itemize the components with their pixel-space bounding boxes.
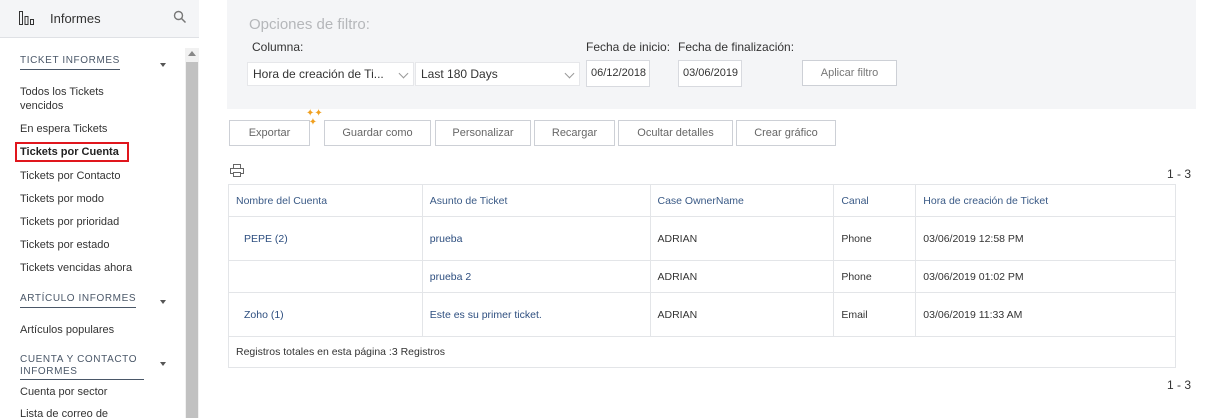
column-label: Columna: bbox=[252, 40, 304, 54]
case-owner-cell: ADRIAN bbox=[649, 292, 835, 337]
case-owner-cell: ADRIAN bbox=[649, 260, 835, 293]
create-chart-button[interactable]: Crear gráfico bbox=[736, 120, 836, 146]
sidebar-item-articulos-populares[interactable]: Artículos populares bbox=[20, 323, 114, 337]
sidebar-item-cuenta-por-sector[interactable]: Cuenta por sector bbox=[20, 385, 107, 399]
sidebar-item-todos-vencidos-line2[interactable]: vencidos bbox=[20, 99, 63, 113]
sidebar-item-tickets-por-cuenta[interactable]: Tickets por Cuenta bbox=[15, 142, 129, 162]
scrollbar-thumb[interactable] bbox=[186, 62, 198, 418]
sidebar-item-tickets-por-estado[interactable]: Tickets por estado bbox=[20, 238, 109, 252]
chevron-down-icon bbox=[564, 68, 575, 79]
section-title-line2: INFORMES bbox=[20, 366, 144, 380]
chevron-down-icon[interactable] bbox=[160, 300, 166, 304]
header-channel[interactable]: Canal bbox=[833, 184, 917, 217]
table-header-row: Nombre del Cuenta Asunto de Ticket Case … bbox=[228, 184, 1176, 217]
scroll-up-arrow-icon[interactable] bbox=[188, 51, 196, 56]
ticket-subject-link[interactable]: Este es su primer ticket. bbox=[421, 292, 651, 337]
chevron-down-icon bbox=[398, 68, 409, 79]
sidebar-item-lista-correo[interactable]: Lista de correo de bbox=[20, 407, 108, 418]
sidebar-scrollbar[interactable] bbox=[185, 48, 199, 418]
sparkle-icon: ✦✦ ✦ bbox=[306, 108, 323, 128]
header-case-owner[interactable]: Case OwnerName bbox=[649, 184, 835, 217]
sidebar-item-tickets-por-prioridad[interactable]: Tickets por prioridad bbox=[20, 215, 119, 229]
pager-top: 1 - 3 bbox=[1167, 167, 1192, 181]
column-select[interactable]: Hora de creación de Ti... bbox=[247, 62, 414, 86]
save-as-button[interactable]: Guardar como bbox=[324, 120, 431, 146]
ticket-subject-link[interactable]: prueba bbox=[421, 216, 651, 261]
sidebar-title: Informes bbox=[50, 11, 101, 26]
total-records-text: Registros totales en esta página :3 Regi… bbox=[228, 336, 1176, 368]
report-table: Nombre del Cuenta Asunto de Ticket Case … bbox=[228, 184, 1176, 368]
header-account-name[interactable]: Nombre del Cuenta bbox=[228, 184, 423, 217]
start-date-input[interactable]: 06/12/2018 bbox=[586, 60, 650, 87]
search-icon[interactable] bbox=[173, 10, 187, 24]
apply-filter-button[interactable]: Aplicar filtro bbox=[802, 60, 897, 86]
section-articulo-informes[interactable]: ARTÍCULO INFORMES bbox=[20, 293, 137, 308]
period-select-value: Last 180 Days bbox=[421, 67, 498, 81]
filter-panel: Opciones de filtro: Columna: Fecha de in… bbox=[227, 0, 1196, 109]
sidebar-item-tickets-por-contacto[interactable]: Tickets por Contacto bbox=[20, 169, 120, 183]
printer-icon[interactable] bbox=[230, 164, 244, 177]
sidebar: Informes TICKET INFORMES Todos los Ticke… bbox=[0, 0, 199, 418]
case-owner-cell: ADRIAN bbox=[649, 216, 835, 261]
account-link[interactable]: Zoho (1) bbox=[228, 292, 423, 337]
created-time-cell: 03/06/2019 01:02 PM bbox=[915, 260, 1176, 293]
export-button[interactable]: Exportar bbox=[229, 120, 310, 146]
created-time-cell: 03/06/2019 12:58 PM bbox=[915, 216, 1176, 261]
ticket-subject-link[interactable]: prueba 2 bbox=[421, 260, 651, 293]
start-date-label: Fecha de inicio: bbox=[586, 40, 671, 54]
sidebar-item-tickets-vencidas-ahora[interactable]: Tickets vencidas ahora bbox=[20, 261, 132, 275]
section-cuenta-contacto[interactable]: CUENTA Y CONTACTO INFORMES bbox=[20, 354, 144, 380]
column-select-value: Hora de creación de Ti... bbox=[253, 67, 384, 81]
end-date-input[interactable]: 03/06/2019 bbox=[678, 60, 742, 87]
account-link[interactable]: PEPE (2) bbox=[228, 216, 423, 261]
table-total-row: Registros totales en esta página :3 Regi… bbox=[228, 336, 1176, 368]
period-select[interactable]: Last 180 Days bbox=[415, 62, 580, 86]
channel-cell: Phone bbox=[833, 216, 917, 261]
reload-button[interactable]: Recargar bbox=[534, 120, 615, 146]
end-date-label: Fecha de finalización: bbox=[678, 40, 795, 54]
sidebar-item-tickets-por-modo[interactable]: Tickets por modo bbox=[20, 192, 104, 206]
sidebar-item-todos-vencidos[interactable]: Todos los Tickets bbox=[20, 85, 104, 99]
section-title-line1: CUENTA Y CONTACTO bbox=[20, 354, 138, 365]
customize-button[interactable]: Personalizar bbox=[435, 120, 531, 146]
channel-cell: Phone bbox=[833, 260, 917, 293]
chevron-down-icon[interactable] bbox=[160, 362, 166, 366]
table-row: PEPE (2) prueba ADRIAN Phone 03/06/2019 … bbox=[228, 216, 1176, 261]
chevron-down-icon[interactable] bbox=[160, 63, 166, 67]
bar-chart-icon bbox=[19, 11, 34, 25]
header-created-time[interactable]: Hora de creación de Ticket bbox=[915, 184, 1176, 217]
created-time-cell: 03/06/2019 11:33 AM bbox=[915, 292, 1176, 337]
account-cell-empty bbox=[228, 260, 423, 293]
table-row: Zoho (1) Este es su primer ticket. ADRIA… bbox=[228, 292, 1176, 337]
section-ticket-informes[interactable]: TICKET INFORMES bbox=[20, 55, 120, 70]
filter-title: Opciones de filtro: bbox=[249, 16, 370, 33]
header-ticket-subject[interactable]: Asunto de Ticket bbox=[421, 184, 651, 217]
channel-cell: Email bbox=[833, 292, 917, 337]
sidebar-header: Informes bbox=[0, 0, 199, 38]
hide-details-button[interactable]: Ocultar detalles bbox=[618, 120, 733, 146]
pager-bottom: 1 - 3 bbox=[1167, 378, 1192, 392]
table-row: prueba 2 ADRIAN Phone 03/06/2019 01:02 P… bbox=[228, 260, 1176, 293]
sidebar-item-en-espera[interactable]: En espera Tickets bbox=[20, 122, 107, 136]
